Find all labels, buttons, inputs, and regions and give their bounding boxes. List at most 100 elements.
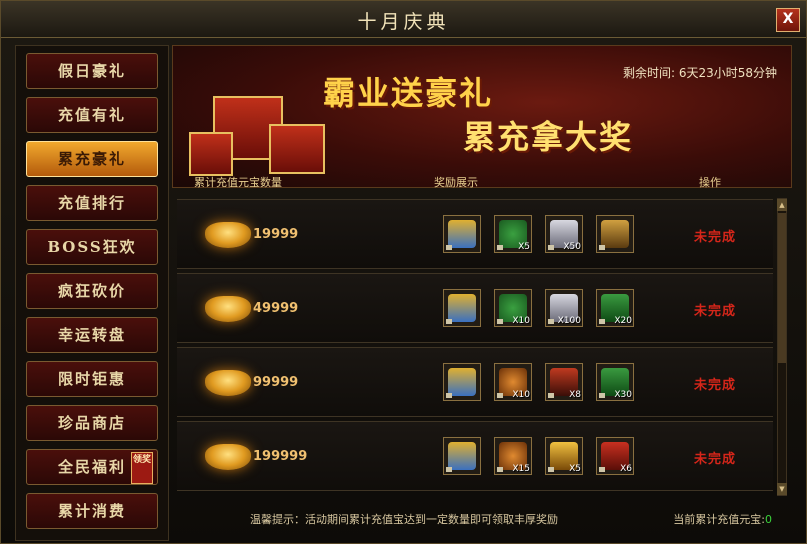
column-header-rewards: 奖励展示 [434, 176, 478, 189]
sidebar-item-label: 充值有礼 [57, 106, 126, 124]
lock-icon [599, 319, 605, 324]
gold-ingot-icon [205, 296, 251, 322]
table-row: 199999 X15 X5 X6 未完成 [177, 421, 773, 491]
gold-ingot-icon [205, 444, 251, 470]
sidebar-item-label: 疯狂砍价 [57, 282, 126, 300]
sidebar-item-label: 限时钜惠 [57, 370, 126, 388]
sidebar-item-cumulative-recharge[interactable]: 累充豪礼 [26, 141, 158, 177]
lock-icon [446, 393, 452, 398]
status-text: 未完成 [694, 452, 737, 467]
status-text: 未完成 [694, 230, 737, 245]
gift-box-image [269, 124, 325, 174]
reward-item[interactable]: X100 [545, 289, 583, 327]
sidebar: 假日豪礼 充值有礼 累充豪礼 充值排行 BOSS狂欢 疯狂砍价 幸运转盘 限时钜… [15, 45, 169, 541]
celebration-window: 十月庆典 X 假日豪礼 充值有礼 累充豪礼 充值排行 BOSS狂欢 疯狂砍价 幸… [0, 0, 807, 544]
sidebar-item-label: 珍品商店 [57, 414, 126, 432]
item-quantity: X10 [512, 390, 530, 400]
reward-item[interactable] [443, 437, 481, 475]
gift-box-icon [448, 368, 476, 396]
column-header-amount: 累计充值元宝数量 [194, 176, 282, 189]
sidebar-item-cumulative-spend[interactable]: 累计消费 [26, 493, 158, 529]
reward-item[interactable]: X10 [494, 289, 532, 327]
window-title: 十月庆典 [357, 11, 450, 33]
sidebar-item-limited-deal[interactable]: 限时钜惠 [26, 361, 158, 397]
scrollbar-thumb[interactable] [778, 213, 786, 363]
lock-icon [497, 319, 503, 324]
required-amount: 49999 [253, 301, 299, 316]
item-quantity: X20 [614, 316, 632, 326]
reward-item[interactable] [443, 363, 481, 401]
reward-item[interactable]: X50 [545, 215, 583, 253]
sidebar-item-rare-shop[interactable]: 珍品商店 [26, 405, 158, 441]
gift-box-image [189, 132, 233, 176]
scroll-up-icon[interactable]: ▲ [777, 199, 787, 211]
column-header-action: 操作 [699, 176, 721, 189]
reward-item[interactable]: X5 [494, 215, 532, 253]
item-quantity: X50 [563, 242, 581, 252]
title-bar: 十月庆典 X [1, 1, 806, 38]
lock-icon [599, 393, 605, 398]
sidebar-item-public-welfare[interactable]: 全民福利 领奖 [26, 449, 158, 485]
table-row: 19999 X5 X50 未完成 [177, 199, 773, 269]
scrollbar[interactable]: ▲ ▼ [777, 198, 787, 496]
lock-icon [446, 319, 452, 324]
sidebar-item-label: 累充豪礼 [57, 150, 126, 168]
sidebar-item-recharge-gift[interactable]: 充值有礼 [26, 97, 158, 133]
required-amount: 19999 [253, 227, 299, 242]
sidebar-item-label: 全民福利 [57, 458, 126, 476]
required-amount: 99999 [253, 375, 299, 390]
footer-tip: 温馨提示：活动期间累计充值宝达到一定数量即可领取丰厚奖励 [250, 513, 558, 526]
main-panel: 霸业送豪礼 累充拿大奖 剩余时间: 6天23小时58分钟 累计充值元宝数量 奖励… [172, 45, 792, 539]
reward-item[interactable]: X6 [596, 437, 634, 475]
remaining-time: 剩余时间: 6天23小时58分钟 [623, 64, 777, 81]
remaining-time-label: 剩余时间: [622, 66, 675, 80]
gift-box-icon [448, 442, 476, 470]
item-quantity: X5 [569, 464, 581, 474]
reward-tier-list: 19999 X5 X50 未完成 49999 X10 X100 X20 未完成 … [177, 195, 773, 497]
item-quantity: X30 [614, 390, 632, 400]
required-amount: 199999 [253, 449, 308, 464]
reward-item[interactable] [443, 289, 481, 327]
sidebar-item-boss-carnival[interactable]: BOSS狂欢 [26, 229, 158, 265]
reward-item[interactable]: X30 [596, 363, 634, 401]
claim-badge[interactable]: 领奖 [131, 452, 153, 484]
item-quantity: X15 [512, 464, 530, 474]
lock-icon [599, 245, 605, 250]
lock-icon [548, 393, 554, 398]
reward-item[interactable] [443, 215, 481, 253]
scroll-down-icon[interactable]: ▼ [777, 483, 787, 495]
lock-icon [548, 319, 554, 324]
item-quantity: X5 [518, 242, 530, 252]
lock-icon [497, 393, 503, 398]
current-total: 当前累计充值元宝:0 [673, 511, 772, 527]
banner-slogan-line1: 霸业送豪礼 [323, 74, 494, 112]
remaining-time-value: 6天23小时58分钟 [678, 66, 777, 80]
current-total-label: 当前累计充值元宝: [673, 513, 765, 526]
sidebar-item-crazy-bargain[interactable]: 疯狂砍价 [26, 273, 158, 309]
lock-icon [497, 467, 503, 472]
column-headers: 累计充值元宝数量 奖励展示 操作 [172, 174, 792, 190]
sidebar-item-recharge-ranking[interactable]: 充值排行 [26, 185, 158, 221]
status-text: 未完成 [694, 304, 737, 319]
close-button[interactable]: X [776, 8, 800, 32]
sidebar-item-lucky-wheel[interactable]: 幸运转盘 [26, 317, 158, 353]
lock-icon [548, 467, 554, 472]
reward-item[interactable]: X20 [596, 289, 634, 327]
sidebar-item-label: 假日豪礼 [57, 62, 126, 80]
reward-item[interactable] [596, 215, 634, 253]
reward-item[interactable]: X15 [494, 437, 532, 475]
current-total-value: 0 [765, 513, 772, 526]
sidebar-item-holiday-gift[interactable]: 假日豪礼 [26, 53, 158, 89]
item-quantity: X8 [569, 390, 581, 400]
reward-item[interactable]: X8 [545, 363, 583, 401]
sidebar-item-label: 充值排行 [57, 194, 126, 212]
gold-ingot-icon [205, 222, 251, 248]
footer-bar: 温馨提示：活动期间累计充值宝达到一定数量即可领取丰厚奖励 当前累计充值元宝:0 [172, 509, 792, 527]
gift-box-icon [448, 294, 476, 322]
sidebar-item-label: 幸运转盘 [57, 326, 126, 344]
reward-item[interactable]: X10 [494, 363, 532, 401]
sidebar-item-label: BOSS狂欢 [47, 238, 137, 256]
status-text: 未完成 [694, 378, 737, 393]
reward-item[interactable]: X5 [545, 437, 583, 475]
item-quantity: X100 [557, 316, 581, 326]
